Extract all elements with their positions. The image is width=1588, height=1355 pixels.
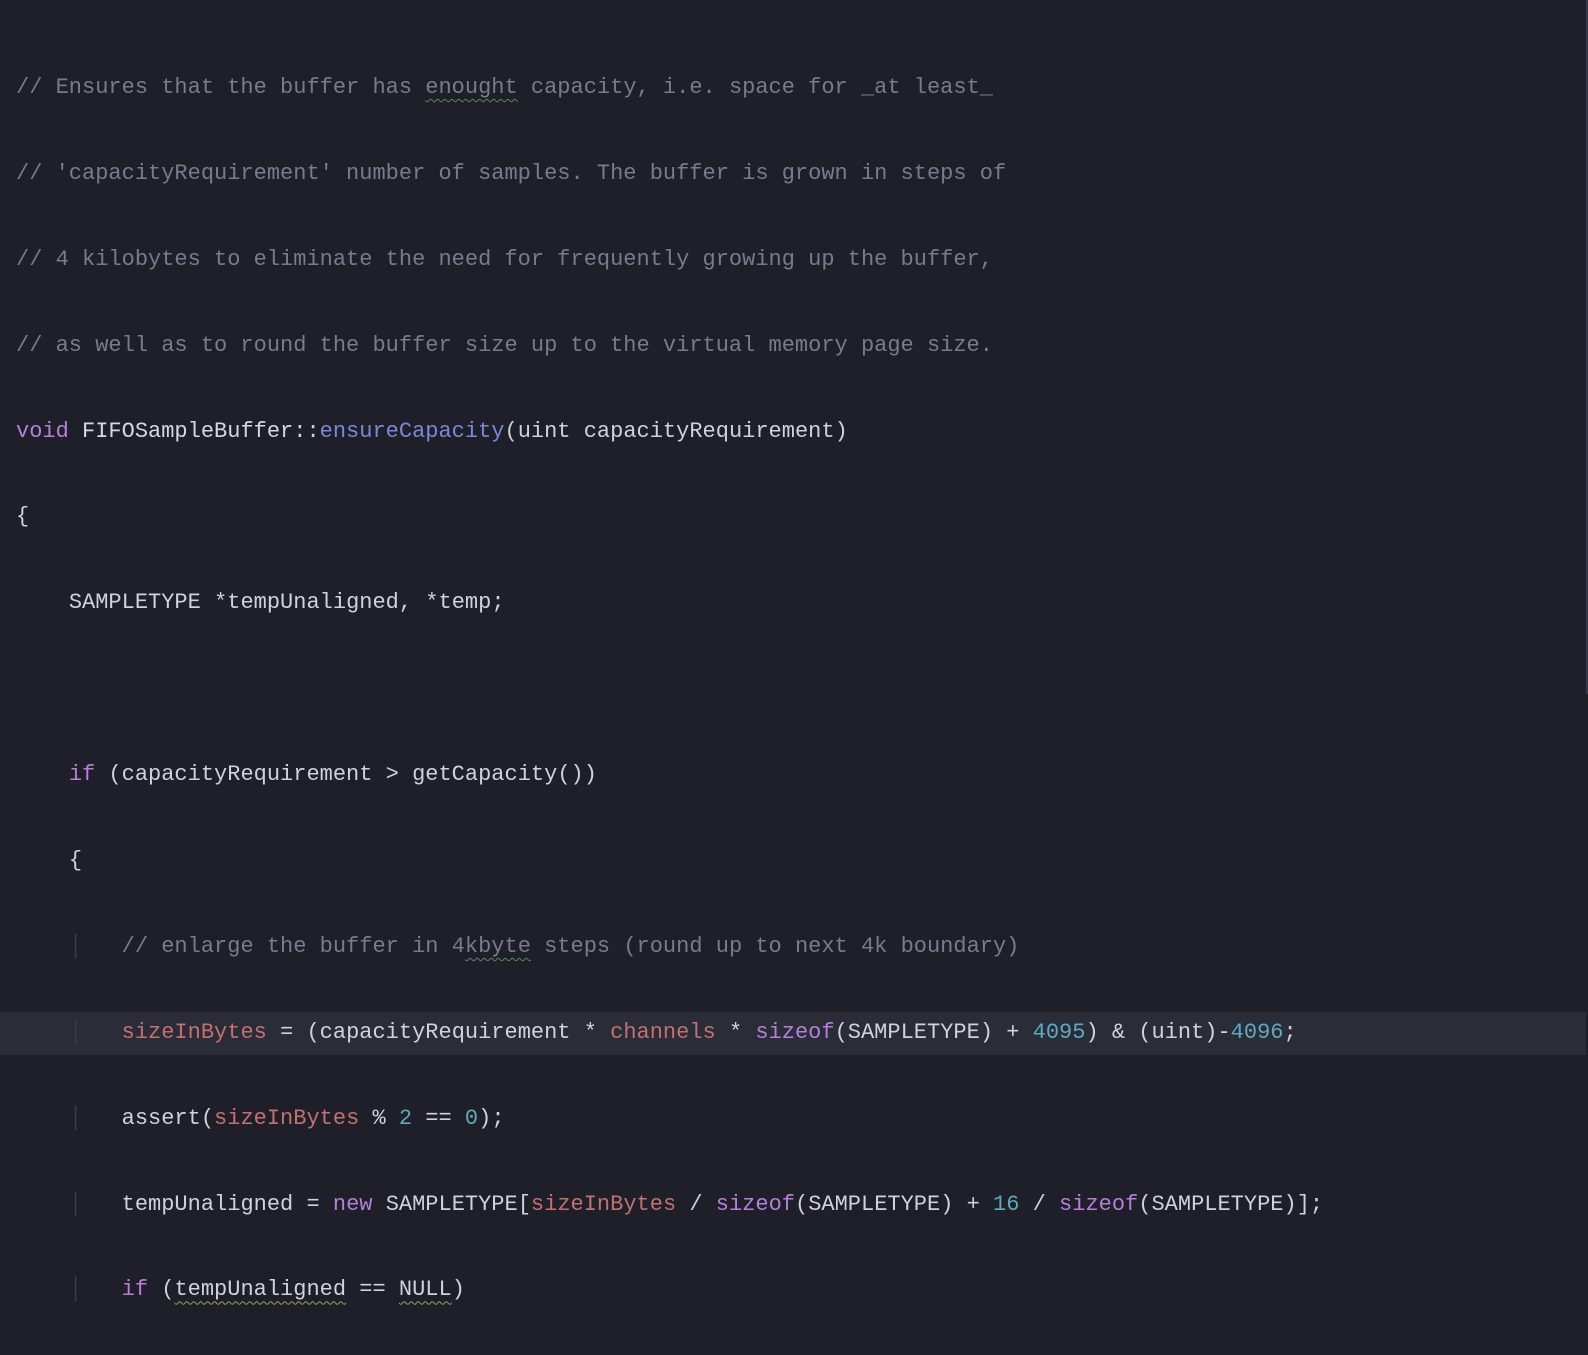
code-line: │ tempUnaligned = new SAMPLETYPE[sizeInB…	[0, 1183, 1586, 1226]
comment: // 'capacityRequirement' number of sampl…	[16, 153, 1006, 196]
class-name: FIFOSampleBuffer	[82, 411, 293, 454]
type: SAMPLETYPE	[69, 582, 201, 625]
code-editor[interactable]: // Ensures that the buffer has enought c…	[0, 0, 1588, 694]
code-line: SAMPLETYPE *tempUnaligned, *temp;	[0, 582, 1586, 625]
code-line: │ assert(sizeInBytes % 2 == 0);	[0, 1098, 1586, 1141]
comment: // 4 kilobytes to eliminate the need for…	[16, 239, 993, 282]
code-line: void FIFOSampleBuffer::ensureCapacity(ui…	[0, 410, 1586, 453]
code-line: {	[0, 840, 1586, 883]
code-line: // Ensures that the buffer has enought c…	[0, 67, 1586, 110]
code-line	[0, 668, 1586, 711]
member: sizeInBytes	[122, 1012, 267, 1055]
code-line-active: │ sizeInBytes = (capacityRequirement * c…	[0, 1012, 1586, 1055]
keyword-void: void	[16, 411, 69, 454]
code-line: // 'capacityRequirement' number of sampl…	[0, 153, 1586, 196]
code-line: │ if (tempUnaligned == NULL)	[0, 1269, 1586, 1312]
method-name: ensureCapacity	[320, 411, 505, 454]
comment: // as well as to round the buffer size u…	[16, 325, 993, 368]
parameter: capacityRequirement	[584, 411, 835, 454]
code-line: │ // enlarge the buffer in 4kbyte steps …	[0, 926, 1586, 969]
code-line: {	[0, 496, 1586, 539]
comment: // Ensures that the buffer has enought c…	[16, 67, 993, 110]
keyword-if: if	[69, 754, 95, 797]
code-line: if (capacityRequirement > getCapacity())	[0, 754, 1586, 797]
comment: // enlarge the buffer in 4kbyte steps (r…	[122, 926, 1020, 969]
keyword-sizeof: sizeof	[755, 1012, 834, 1055]
code-line: // 4 kilobytes to eliminate the need for…	[0, 239, 1586, 282]
keyword-new: new	[333, 1184, 373, 1227]
code-line: // as well as to round the buffer size u…	[0, 325, 1586, 368]
